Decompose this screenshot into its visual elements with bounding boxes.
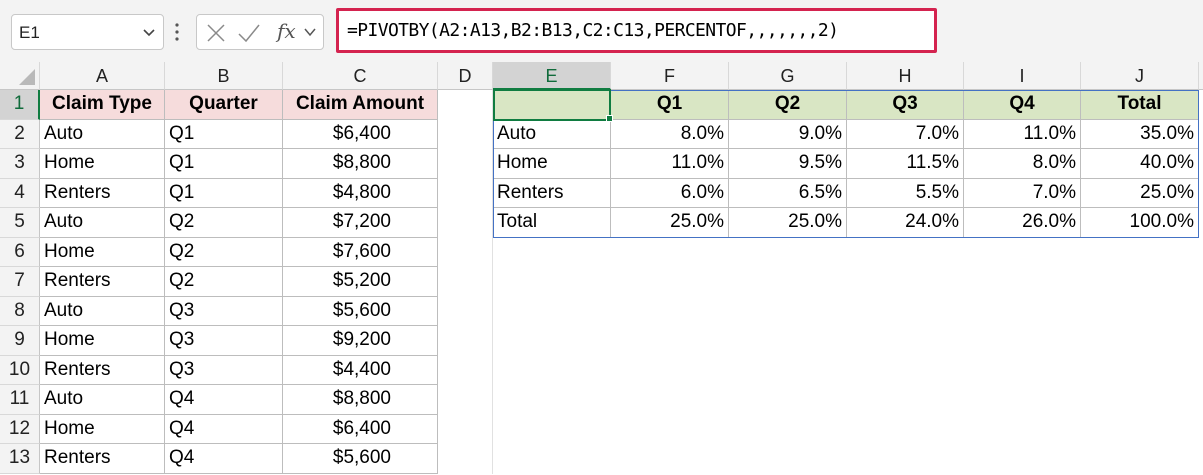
cell-claim-type[interactable]: Home — [40, 149, 165, 179]
cell-claim-amount[interactable]: $5,600 — [283, 296, 438, 326]
fill-handle[interactable] — [606, 115, 613, 122]
empty-column-d[interactable] — [438, 90, 493, 474]
column-header-j[interactable]: J — [1081, 62, 1199, 90]
column-header-d[interactable]: D — [438, 62, 493, 90]
active-cell-selection — [493, 89, 611, 121]
name-box[interactable]: E1 — [11, 14, 164, 50]
more-options-icon[interactable] — [174, 22, 180, 42]
cell-quarter[interactable]: Q2 — [165, 237, 283, 267]
row-header-12[interactable]: 12 — [0, 414, 40, 444]
cell-claim-type[interactable]: Renters — [40, 267, 165, 297]
formula-controls: fx — [196, 14, 324, 50]
source-header-quarter[interactable]: Quarter — [165, 90, 283, 120]
select-all-icon — [19, 69, 35, 85]
cell-claim-type[interactable]: Auto — [40, 119, 165, 149]
select-all-button[interactable] — [0, 62, 40, 90]
column-header-h[interactable]: H — [847, 62, 964, 90]
row-header-3[interactable]: 3 — [0, 149, 40, 179]
name-box-value: E1 — [19, 23, 40, 42]
cell-claim-amount[interactable]: $4,800 — [283, 178, 438, 208]
cell-claim-amount[interactable]: $6,400 — [283, 414, 438, 444]
row-header-8[interactable]: 8 — [0, 296, 40, 326]
row-header-5[interactable]: 5 — [0, 208, 40, 238]
row-header-10[interactable]: 10 — [0, 355, 40, 385]
formula-input[interactable]: =PIVOTBY(A2:A13,B2:B13,C2:C13,PERCENTOF,… — [336, 8, 937, 53]
cell-quarter[interactable]: Q4 — [165, 414, 283, 444]
cell-claim-type[interactable]: Home — [40, 237, 165, 267]
cell-claim-type[interactable]: Home — [40, 326, 165, 356]
cell-quarter[interactable]: Q4 — [165, 444, 283, 474]
cell-claim-type[interactable]: Auto — [40, 208, 165, 238]
row-header-9[interactable]: 9 — [0, 326, 40, 356]
cell-quarter[interactable]: Q3 — [165, 355, 283, 385]
row-header-1[interactable]: 1 — [0, 90, 40, 120]
formula-bar: E1 fx =PIVOTBY(A2:A13,B2:B13,C2:C13,PERC… — [0, 0, 1203, 62]
source-header-claim-type[interactable]: Claim Type — [40, 90, 165, 120]
row-header-13[interactable]: 13 — [0, 444, 40, 474]
cell-quarter[interactable]: Q1 — [165, 178, 283, 208]
row-header-6[interactable]: 6 — [0, 237, 40, 267]
cell-claim-amount[interactable]: $6,400 — [283, 119, 438, 149]
cell-quarter[interactable]: Q2 — [165, 208, 283, 238]
cell-claim-amount[interactable]: $7,600 — [283, 237, 438, 267]
cell-quarter[interactable]: Q3 — [165, 326, 283, 356]
row-header-11[interactable]: 11 — [0, 385, 40, 415]
row-header-7[interactable]: 7 — [0, 267, 40, 297]
cell-claim-amount[interactable]: $4,400 — [283, 355, 438, 385]
column-header-a[interactable]: A — [40, 62, 165, 90]
row-header-2[interactable]: 2 — [0, 119, 40, 149]
formula-text: =PIVOTBY(A2:A13,B2:B13,C2:C13,PERCENTOF,… — [347, 20, 839, 41]
row-header-4[interactable]: 4 — [0, 178, 40, 208]
cell-claim-amount[interactable]: $7,200 — [283, 208, 438, 238]
column-header-k[interactable] — [1199, 62, 1203, 90]
column-header-c[interactable]: C — [283, 62, 438, 90]
enter-check-icon[interactable] — [237, 22, 261, 44]
chevron-down-icon[interactable] — [303, 25, 317, 39]
cell-claim-type[interactable]: Renters — [40, 178, 165, 208]
cell-claim-type[interactable]: Renters — [40, 444, 165, 474]
cell-claim-amount[interactable]: $8,800 — [283, 149, 438, 179]
cell-claim-amount[interactable]: $5,600 — [283, 444, 438, 474]
column-header-i[interactable]: I — [964, 62, 1081, 90]
worksheet-grid[interactable]: A B C D E F G H I J 1 2 3 4 5 6 7 8 9 10… — [0, 62, 1203, 475]
column-header-b[interactable]: B — [165, 62, 283, 90]
cell-claim-type[interactable]: Home — [40, 414, 165, 444]
cell-claim-type[interactable]: Auto — [40, 385, 165, 415]
cell-claim-amount[interactable]: $5,200 — [283, 267, 438, 297]
source-header-claim-amount[interactable]: Claim Amount — [283, 90, 438, 120]
cell-claim-type[interactable]: Renters — [40, 355, 165, 385]
column-header-e[interactable]: E — [493, 62, 611, 90]
cell-quarter[interactable]: Q2 — [165, 267, 283, 297]
cell-claim-type[interactable]: Auto — [40, 296, 165, 326]
cancel-icon[interactable] — [205, 22, 227, 44]
column-header-f[interactable]: F — [611, 62, 729, 90]
cell-quarter[interactable]: Q3 — [165, 296, 283, 326]
cell-claim-amount[interactable]: $9,200 — [283, 326, 438, 356]
cell-quarter[interactable]: Q1 — [165, 149, 283, 179]
cell-claim-amount[interactable]: $8,800 — [283, 385, 438, 415]
cell-quarter[interactable]: Q4 — [165, 385, 283, 415]
cell-quarter[interactable]: Q1 — [165, 119, 283, 149]
insert-function-icon[interactable]: fx — [277, 19, 296, 43]
chevron-down-icon[interactable] — [141, 24, 157, 40]
column-header-g[interactable]: G — [729, 62, 847, 90]
